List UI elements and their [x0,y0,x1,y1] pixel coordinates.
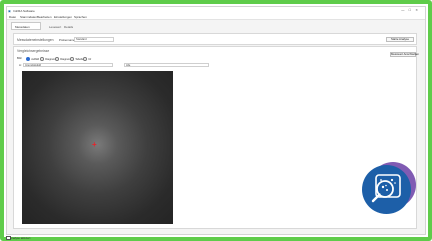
intensity-field-select[interactable]: Intensitätsfeld [23,62,113,67]
floating-action-button[interactable] [362,162,416,214]
radio-info-label: Inf [88,57,92,61]
bacteria-search-icon [371,174,401,203]
radio-dot [70,57,75,62]
radio-dot [83,57,88,62]
sample-name-field[interactable]: Standard [74,37,114,42]
radio-dot [40,57,45,62]
radio-dot [26,57,31,62]
radio-image[interactable]: Aufbild [26,57,40,62]
tab-reading[interactable]: Lesewert [49,25,61,29]
app-icon: ▣ [8,8,11,13]
menu-file[interactable]: Datei [9,15,16,19]
radio-dot [55,57,60,62]
menu-bar: Datei Stammdaten Bearbeiten Einstellunge… [7,14,425,20]
close-button[interactable]: ✕ [415,8,422,12]
field-a-label: A: [19,63,22,67]
title-bar: ▣ ImFRA Software —☐✕ [7,7,425,14]
status-bar: Analyse aktiviert [6,235,426,241]
tab-bar: Messdaten Lesewert Details [11,22,423,31]
radio-info[interactable]: Inf [83,57,92,62]
window-controls[interactable]: —☐✕ [401,8,422,12]
image-viewer[interactable]: + [22,71,173,224]
tab-measurement-label: Messdaten [15,25,30,29]
tab-details[interactable]: Details [64,25,73,29]
crosshair-marker: + [92,140,97,149]
radio-image-label: Aufbild [31,57,40,61]
measurement-settings-group: Messdateneinstellungen Probenname: Stand… [13,33,417,45]
menu-settings[interactable]: Einstellungen [54,15,72,19]
comparison-results-group: Vergleichsergebnisse Messwert Anschließe… [13,46,419,229]
window-title: ImFRA Software [13,8,35,13]
view-mode-label: Bild: [17,57,23,60]
attach-measurement-button[interactable]: Messwert Anschließen [390,52,419,57]
start-analysis-button[interactable]: Starte Analyse [386,37,414,42]
measurement-settings-title: Messdateneinstellungen [17,37,54,42]
radio-table[interactable]: Tabelle [70,57,83,62]
tab-measurement[interactable]: Messdaten [11,22,41,30]
menu-languages[interactable]: Sprachen [74,15,87,19]
analysis-status-label: Analyse aktiviert [10,235,31,240]
filter-select[interactable]: Alle [124,62,209,67]
menu-master-data[interactable]: Stammdaten [20,15,37,19]
fab-circle[interactable] [362,165,411,214]
comparison-results-title: Vergleichsergebnisse [17,48,50,53]
menu-edit[interactable]: Bearbeiten [37,15,52,19]
